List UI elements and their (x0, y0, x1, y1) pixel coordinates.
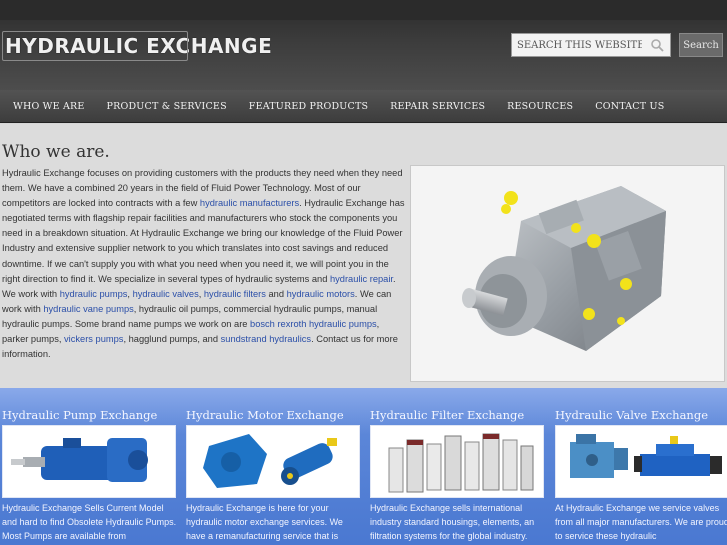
product-band: Hydraulic Pump Exchange Hydraulic Exchan… (0, 388, 727, 545)
search-input[interactable] (512, 35, 642, 55)
intro-paragraph: Hydraulic Exchange focuses on providing … (2, 166, 407, 362)
nav-featured-products[interactable]: FEATURED PRODUCTS (249, 101, 368, 112)
link-hydraulic-repair[interactable]: hydraulic repair (330, 274, 393, 284)
link-hydraulic-valves[interactable]: hydraulic valves (133, 289, 199, 299)
link-hydraulic-vane-pumps[interactable]: hydraulic vane pumps (43, 304, 133, 314)
site-header: HYDRAULIC EXCHANGE Search (0, 0, 727, 90)
column-filter-exchange: Hydraulic Filter Exchange Hydraulic Exch… (370, 388, 546, 543)
column-text: Hydraulic Exchange sells international i… (370, 503, 535, 541)
link-bosch-rexroth-pumps[interactable]: bosch rexroth hydraulic pumps (250, 319, 377, 329)
column-title[interactable]: Hydraulic Filter Exchange (370, 408, 546, 423)
nav-contact-us[interactable]: CONTACT US (595, 101, 664, 112)
nav-repair-services[interactable]: REPAIR SERVICES (390, 101, 485, 112)
column-title[interactable]: Hydraulic Valve Exchange (555, 408, 727, 423)
valve-thumbnail[interactable] (555, 425, 727, 498)
column-valve-exchange: Hydraulic Valve Exchange At Hydraulic Ex… (555, 388, 727, 543)
search-field[interactable] (511, 33, 671, 57)
intro-text: and (265, 288, 287, 299)
hero-pump-image (410, 165, 725, 382)
pump-thumbnail[interactable] (2, 425, 176, 498)
nav-who-we-are[interactable]: WHO WE ARE (13, 101, 85, 112)
column-text: At Hydraulic Exchange we service valves … (555, 503, 727, 541)
motor-thumbnail[interactable] (186, 425, 360, 498)
link-sundstrand-hydraulics[interactable]: sundstrand hydraulics (221, 334, 311, 344)
page-title: Who we are. (2, 142, 110, 162)
column-pump-exchange: Hydraulic Pump Exchange Hydraulic Exchan… (2, 388, 178, 543)
main-nav: WHO WE ARE PRODUCT & SERVICES FEATURED P… (0, 90, 727, 123)
link-hydraulic-pumps[interactable]: hydraulic pumps (60, 289, 128, 299)
logo-frame (2, 31, 188, 61)
nav-product-services[interactable]: PRODUCT & SERVICES (107, 101, 227, 112)
link-hydraulic-filters[interactable]: hydraulic filters (204, 289, 266, 299)
link-hydraulic-motors[interactable]: hydraulic motors (287, 289, 355, 299)
column-motor-exchange: Hydraulic Motor Exchange Hydraulic Excha… (186, 388, 362, 543)
filter-thumbnail[interactable] (370, 425, 544, 498)
intro-text: , hagglund pumps, and (123, 334, 221, 345)
column-text: Hydraulic Exchange is here for your hydr… (186, 503, 343, 541)
link-vickers-pumps[interactable]: vickers pumps (64, 334, 123, 344)
main-content: Who we are. Hydraulic Exchange focuses o… (0, 124, 727, 388)
intro-text: . Hydraulic Exchange has negotiated term… (2, 198, 405, 284)
column-title[interactable]: Hydraulic Pump Exchange (2, 408, 178, 423)
header-top-strip (0, 0, 727, 20)
site-logo[interactable]: HYDRAULIC EXCHANGE (2, 31, 272, 61)
search-icon[interactable] (650, 38, 664, 52)
nav-resources[interactable]: RESOURCES (507, 101, 573, 112)
column-text: Hydraulic Exchange Sells Current Model a… (2, 503, 177, 541)
search-button[interactable]: Search (679, 33, 723, 57)
column-title[interactable]: Hydraulic Motor Exchange (186, 408, 362, 423)
link-hydraulic-manufacturers[interactable]: hydraulic manufacturers (200, 198, 299, 208)
